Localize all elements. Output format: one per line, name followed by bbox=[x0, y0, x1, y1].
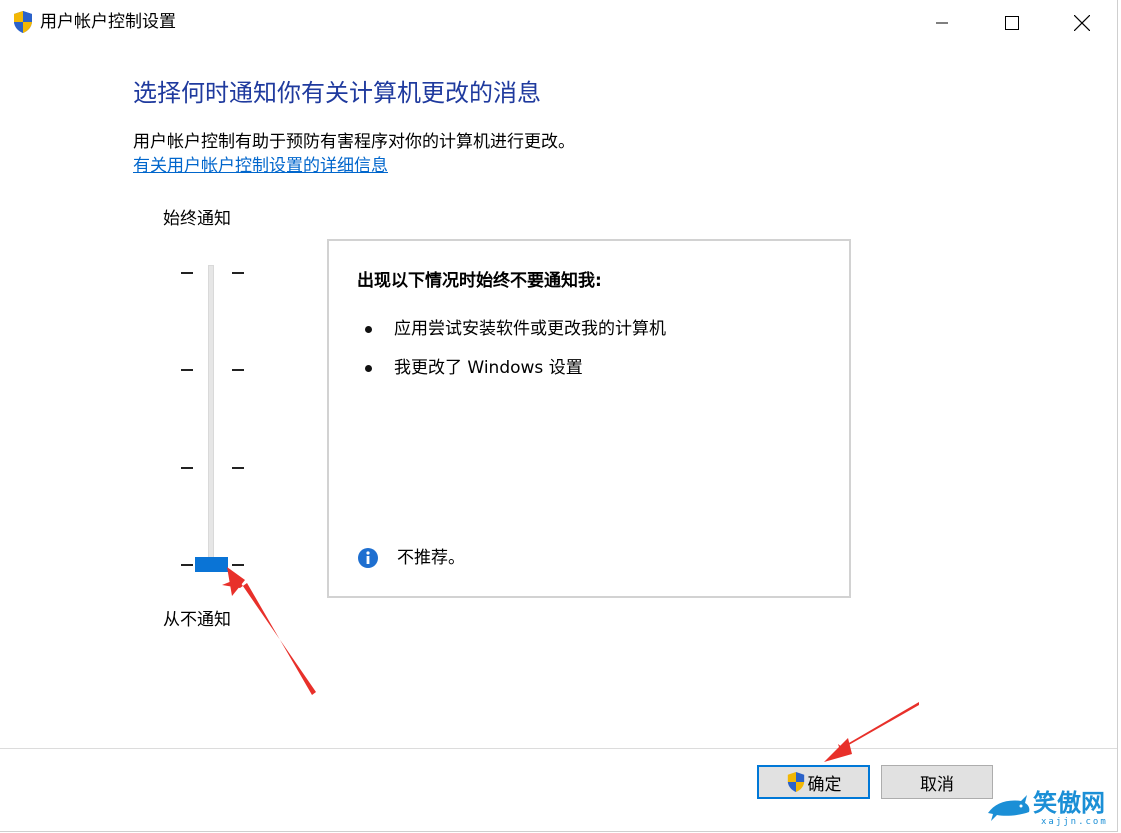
footer-divider bbox=[0, 748, 1117, 749]
bullet-text: 应用尝试安装软件或更改我的计算机 bbox=[394, 319, 666, 339]
info-icon bbox=[358, 548, 378, 568]
slider-tick bbox=[181, 466, 193, 469]
description-text: 用户帐户控制有助于预防有害程序对你的计算机进行更改。 bbox=[133, 132, 575, 152]
shark-logo-icon bbox=[988, 795, 1030, 821]
ok-button[interactable]: 确定 bbox=[757, 765, 870, 799]
cancel-button-label: 取消 bbox=[920, 774, 954, 795]
slider-tick bbox=[232, 369, 244, 372]
slider-tick bbox=[181, 564, 193, 566]
cancel-button[interactable]: 取消 bbox=[881, 765, 993, 799]
watermark-text: 笑傲网 bbox=[1033, 789, 1105, 817]
slider-tick bbox=[232, 272, 244, 274]
minimize-icon bbox=[936, 22, 948, 23]
title-bar: 用户帐户控制设置 bbox=[0, 0, 1117, 45]
window-title: 用户帐户控制设置 bbox=[40, 12, 176, 32]
uac-settings-window: 用户帐户控制设置 选择何时通知你有关计算机更改的消息 用户帐户控制有助于预防有害… bbox=[0, 0, 1118, 832]
close-icon bbox=[1074, 14, 1090, 31]
uac-shield-icon bbox=[14, 11, 32, 33]
close-button[interactable] bbox=[1047, 0, 1117, 45]
slider-track[interactable] bbox=[208, 265, 214, 565]
maximize-button[interactable] bbox=[977, 0, 1047, 45]
watermark: 笑傲网 xajjn.com bbox=[985, 785, 1121, 833]
slider-tick bbox=[232, 564, 244, 566]
list-item: 应用尝试安装软件或更改我的计算机 bbox=[365, 317, 666, 341]
page-title: 选择何时通知你有关计算机更改的消息 bbox=[133, 79, 541, 107]
panel-title: 出现以下情况时始终不要通知我: bbox=[357, 271, 602, 291]
watermark-url: xajjn.com bbox=[1041, 817, 1108, 827]
bullet-icon bbox=[365, 325, 372, 333]
slider-tick bbox=[232, 466, 244, 469]
info-text: 不推荐。 bbox=[397, 548, 465, 568]
maximize-icon bbox=[1005, 15, 1019, 30]
list-item: 我更改了 Windows 设置 bbox=[365, 356, 583, 380]
slider-tick bbox=[181, 369, 193, 372]
uac-details-link[interactable]: 有关用户帐户控制设置的详细信息 bbox=[133, 154, 388, 178]
recommendation-note: 不推荐。 bbox=[357, 546, 465, 570]
slider-tick bbox=[181, 272, 193, 274]
notification-level-slider[interactable] bbox=[175, 262, 250, 577]
bullet-icon bbox=[365, 364, 372, 372]
description-panel: 出现以下情况时始终不要通知我: 应用尝试安装软件或更改我的计算机 我更改了 Wi… bbox=[327, 239, 851, 598]
bullet-text: 我更改了 Windows 设置 bbox=[394, 358, 583, 378]
ok-button-label: 确定 bbox=[807, 774, 842, 795]
slider-bottom-label: 从不通知 bbox=[163, 610, 231, 630]
uac-shield-icon bbox=[787, 772, 804, 792]
minimize-button[interactable] bbox=[907, 0, 977, 45]
slider-thumb[interactable] bbox=[195, 557, 228, 572]
slider-top-label: 始终通知 bbox=[163, 209, 231, 229]
